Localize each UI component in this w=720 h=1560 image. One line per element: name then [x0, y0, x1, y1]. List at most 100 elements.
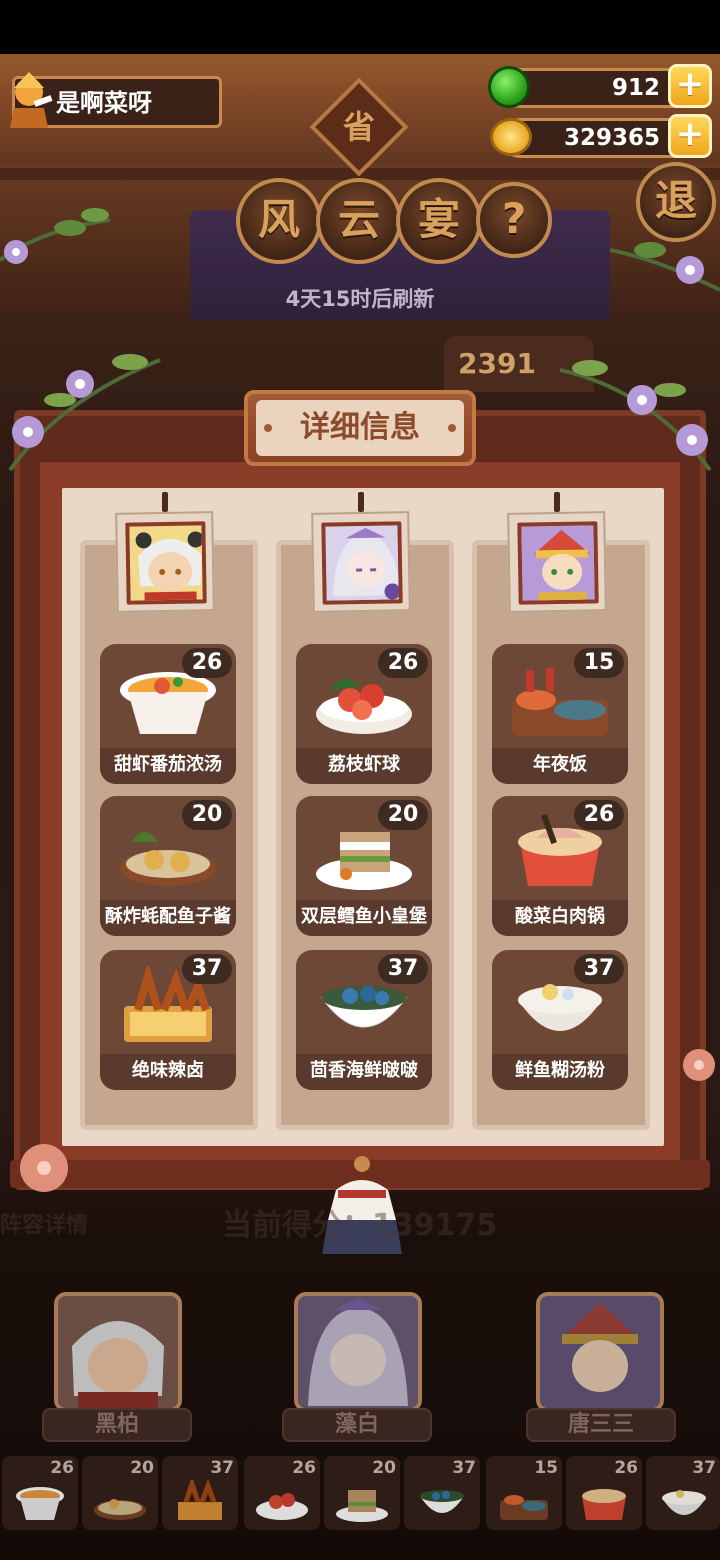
lineup-character-zaobai[interactable] [294, 1292, 422, 1412]
dish-name: 绝味辣卤 [100, 1054, 236, 1090]
coin-icon [490, 118, 532, 156]
event-title-char-1: 风 [236, 178, 322, 264]
dish-slot[interactable]: 37 [646, 1456, 720, 1530]
dish-name: 酥炸蚝配鱼子酱 [100, 900, 236, 936]
portrait-frame [321, 521, 403, 605]
lineup-details-label: 阵容详情 [0, 1213, 89, 1238]
slot-count: 37 [210, 1458, 234, 1478]
slot-count: 15 [534, 1458, 558, 1478]
character-portrait-heibai[interactable] [115, 511, 215, 613]
dish-name: 茴香海鲜啵啵 [296, 1054, 432, 1090]
jade-value: 912 [611, 75, 660, 101]
dish-card[interactable]: 26 酸菜白肉锅 [492, 796, 628, 936]
tomato-soup-icon [16, 1487, 64, 1520]
slot-count: 20 [130, 1458, 154, 1478]
flower-vine-right-decoration [610, 242, 720, 292]
dish-slot[interactable]: 26 [566, 1456, 642, 1530]
spicy-braised-icon [178, 1480, 222, 1520]
dish-card[interactable]: 26 甜虾番茄浓汤 [100, 644, 236, 784]
dish-card[interactable]: 20 酥炸蚝配鱼子酱 [100, 796, 236, 936]
event-title-char-3: 宴 [396, 178, 482, 264]
dish-card[interactable]: 37 茴香海鲜啵啵 [296, 950, 432, 1090]
refresh-timer: 4天15时后刷新 [285, 287, 435, 311]
add-coins-button[interactable]: + [668, 114, 712, 158]
clip-icon [554, 492, 560, 512]
lineup-character-name: 黑柏 [42, 1408, 192, 1442]
title-dot-right [448, 424, 456, 432]
clip-icon [162, 492, 168, 512]
player-rank-icon [10, 72, 53, 128]
lineup-character-tangsansan[interactable] [536, 1292, 664, 1412]
coin-value: 329365 [563, 125, 660, 151]
dish-count: 26 [182, 648, 232, 678]
save-badge[interactable]: 省 [324, 92, 394, 162]
flower-vine-left-decoration [0, 208, 111, 264]
tangsansan-avatar-icon [521, 525, 599, 605]
help-button[interactable]: ? [476, 182, 552, 258]
seafood-bobo-icon [420, 1490, 464, 1513]
sauerkraut-pot-icon [582, 1489, 626, 1520]
slot-count: 26 [614, 1458, 638, 1478]
character-portrait-zaobai[interactable] [311, 511, 411, 613]
event-title-char-2: 云 [316, 178, 402, 264]
tangsansan-avatar-icon [540, 1296, 660, 1408]
zaobai-avatar-icon [325, 525, 403, 605]
dish-card[interactable]: 37 鲜鱼糊汤粉 [492, 950, 628, 1090]
lineup-character-heibai[interactable] [54, 1292, 182, 1412]
zaobai-avatar-icon [298, 1296, 418, 1408]
dish-name: 年夜饭 [492, 748, 628, 784]
dish-slot[interactable]: 15 [486, 1456, 562, 1530]
fried-oyster-icon [94, 1499, 146, 1520]
dish-count: 20 [378, 800, 428, 830]
slot-count: 20 [372, 1458, 396, 1478]
lychee-shrimp-icon [256, 1493, 308, 1520]
dish-count: 20 [182, 800, 232, 830]
character-portrait-tangsansan[interactable] [507, 511, 607, 613]
dish-card[interactable]: 37 绝味辣卤 [100, 950, 236, 1090]
dish-name: 甜虾番茄浓汤 [100, 748, 236, 784]
jade-icon [488, 66, 530, 108]
cod-burger-icon [336, 1490, 388, 1522]
slot-count: 26 [50, 1458, 74, 1478]
heibai-avatar-icon [58, 1296, 178, 1408]
dish-card[interactable]: 15 年夜饭 [492, 644, 628, 784]
dish-slot[interactable]: 37 [162, 1456, 238, 1530]
dish-count: 15 [574, 648, 624, 678]
title-dot-left [264, 424, 272, 432]
add-jade-button[interactable]: + [668, 64, 712, 108]
player-name: 是啊菜呀 [56, 89, 152, 117]
dish-count: 37 [574, 954, 624, 984]
current-score: 当前得分：139175 [222, 1208, 498, 1243]
plum-blossom-icon [683, 1049, 715, 1081]
dish-count: 37 [182, 954, 232, 984]
dish-slot[interactable]: 20 [82, 1456, 158, 1530]
dish-slot[interactable]: 26 [2, 1456, 78, 1530]
dish-count: 26 [574, 800, 624, 830]
panel-title: 详细信息 [256, 400, 464, 456]
dish-name: 鲜鱼糊汤粉 [492, 1054, 628, 1090]
slot-count: 37 [692, 1458, 716, 1478]
fish-noodle-soup-icon [662, 1490, 706, 1515]
dish-name: 酸菜白肉锅 [492, 900, 628, 936]
lineup-character-name: 唐三三 [526, 1408, 676, 1442]
slot-count: 37 [452, 1458, 476, 1478]
dish-card[interactable]: 26 荔枝虾球 [296, 644, 432, 784]
dish-name: 荔枝虾球 [296, 748, 432, 784]
dish-slot[interactable]: 20 [324, 1456, 400, 1530]
flower-corner-left-decoration [8, 354, 161, 472]
dish-name: 双层鳕鱼小皇堡 [296, 900, 432, 936]
dish-count: 37 [378, 954, 428, 984]
portrait-frame [125, 521, 207, 605]
new-year-feast-icon [500, 1495, 548, 1520]
portrait-frame [517, 521, 599, 605]
flower-corner-right-decoration [560, 360, 712, 472]
plum-blossom-icon [20, 1144, 68, 1192]
game-screen: 是啊菜呀 912 + 329365 + 省 风 云 宴 ? 退 4天15时后刷新… [0, 0, 720, 1560]
clip-icon [358, 492, 364, 512]
exit-button[interactable]: 退 [636, 162, 716, 242]
slot-count: 26 [292, 1458, 316, 1478]
lineup-character-name: 藻白 [282, 1408, 432, 1442]
dish-card[interactable]: 20 双层鳕鱼小皇堡 [296, 796, 432, 936]
dish-slot[interactable]: 26 [244, 1456, 320, 1530]
dish-slot[interactable]: 37 [404, 1456, 480, 1530]
